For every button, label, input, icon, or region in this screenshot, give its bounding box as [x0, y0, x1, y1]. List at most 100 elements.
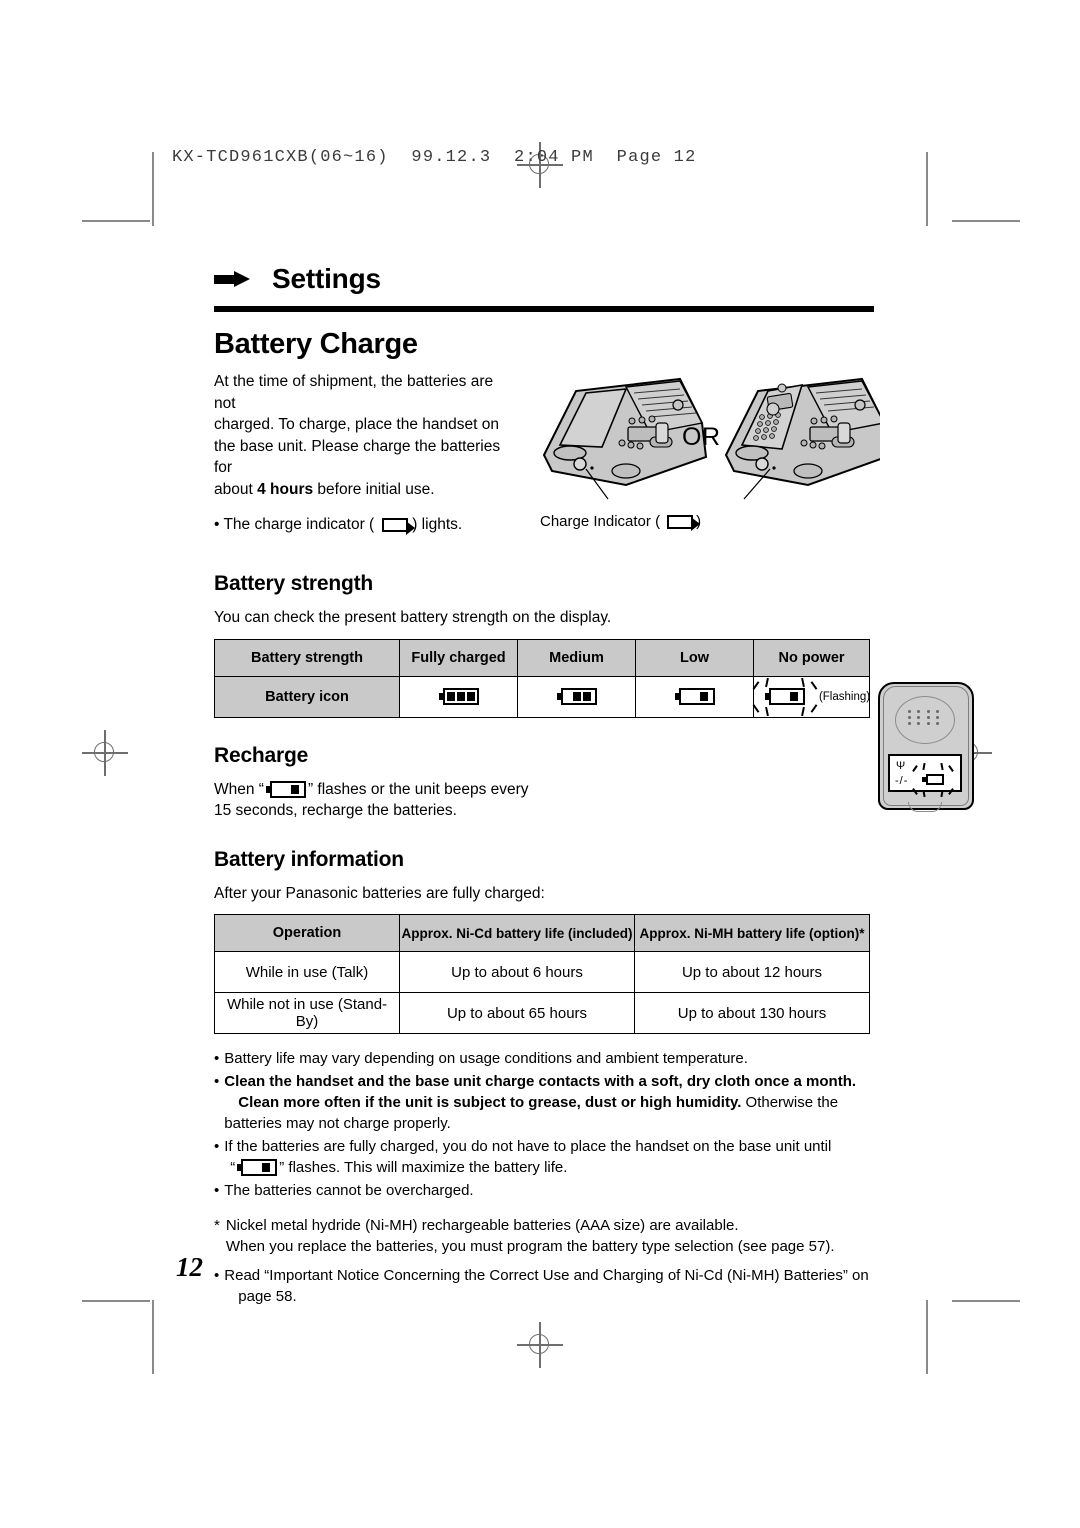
intro-line-1: At the time of shipment, the batteries a…	[214, 373, 494, 412]
intro-section: At the time of shipment, the batteries a…	[214, 371, 888, 546]
table-row: Battery icon (Flashing)	[214, 675, 871, 718]
battery-strength-intro: You can check the present battery streng…	[214, 609, 612, 626]
col-header-operation: Operation	[214, 914, 400, 952]
notes-list: • Battery life may vary depending on usa…	[214, 1048, 874, 1307]
bullet-dot: •	[214, 1073, 220, 1090]
intro-paragraph: At the time of shipment, the batteries a…	[214, 371, 514, 536]
battery-information-table: Operation Approx. Ni-Cd battery life (in…	[214, 914, 870, 1034]
footnote-line-1: Nickel metal hydride (Ni-MH) rechargeabl…	[225, 1217, 739, 1234]
film-header-text: KX-TCD961CXB(06~16) 99.12.3 2:04 PM Page…	[172, 148, 697, 167]
row-standby-label: While not in use (Stand-By)	[214, 992, 400, 1034]
bullet-dot: •	[214, 1050, 220, 1067]
recharge-text-pre: When “	[214, 780, 264, 798]
flashing-note: (Flashing)	[818, 690, 871, 703]
crop-mark-left-top	[152, 152, 154, 226]
recharge-line-2: 15 seconds, recharge the batteries.	[214, 802, 457, 819]
registration-mark-left	[82, 730, 128, 776]
flash-ray	[810, 703, 818, 713]
battery-information-heading: Battery information	[214, 847, 404, 871]
crop-mark-top-left	[82, 220, 150, 222]
page-title: Battery Charge	[214, 328, 418, 360]
note-overcharge: • The batteries cannot be overcharged.	[214, 1180, 874, 1201]
battery-icon-flashing-wrap	[752, 677, 818, 716]
strength-fully-charged: Fully charged	[399, 638, 518, 677]
intro-line-4-pre: about	[214, 480, 258, 498]
footnote-nimh: * Nickel metal hydride (Ni-MH) rechargea…	[214, 1215, 874, 1257]
note-cleaning: • Clean the handset and the base unit ch…	[214, 1071, 874, 1134]
battery-icon-no-power-cell: (Flashing)	[752, 675, 871, 718]
battery-icon-low-inline	[265, 780, 306, 798]
note-important-notice-line-1: Read “Important Notice Concerning the Co…	[224, 1267, 869, 1284]
intro-hours-bold: 4 hours	[257, 480, 314, 498]
charge-indicator-icon	[378, 517, 416, 535]
table-row: While not in use (Stand-By) Up to about …	[214, 992, 870, 1034]
flash-ray	[752, 703, 760, 713]
flash-ray	[752, 680, 760, 690]
note-fully-charged-line-2: “ ” flashes. This will maximize the batt…	[224, 1157, 874, 1178]
bullet-dot: •	[214, 516, 220, 533]
note-fully-charged: • If the batteries are fully charged, yo…	[214, 1136, 874, 1178]
crop-mark-right-top	[926, 152, 928, 226]
antenna-icon: Ψ	[896, 760, 906, 772]
crop-mark-left-bottom	[152, 1300, 154, 1374]
table-row: While in use (Talk) Up to about 6 hours …	[214, 951, 870, 993]
battery-strength-row-label: Battery strength	[214, 638, 400, 677]
bullet-dot: •	[214, 1267, 220, 1284]
crop-mark-bottom-left	[82, 1300, 150, 1302]
col-header-nimh: Approx. Ni-MH battery life (option)*	[634, 914, 870, 952]
battery-icon-low-cell	[635, 675, 754, 718]
intro-line-4: about 4 hours before initial use.	[214, 479, 514, 501]
row-standby-nimh: Up to about 130 hours	[634, 992, 870, 1034]
recharge-heading: Recharge	[214, 743, 309, 767]
handset-lcd: Ψ -/-	[888, 754, 962, 798]
note-battery-life: • Battery life may vary depending on usa…	[214, 1048, 874, 1069]
battery-icon-medium-cell	[517, 675, 636, 718]
note-battery-life-text: Battery life may vary depending on usage…	[224, 1050, 748, 1067]
registration-mark-bottom	[517, 1322, 563, 1368]
flash-ray	[765, 706, 769, 716]
chapter-title: Settings	[272, 263, 381, 294]
base-unit-illustration: OR Charge Indicator ( )	[530, 371, 888, 546]
handset-speaker-dots	[908, 710, 942, 725]
crop-mark-top-right	[952, 220, 1020, 222]
flash-ray	[801, 677, 805, 687]
flash-ray	[801, 706, 805, 716]
intro-line-2: charged. To charge, place the handset on	[214, 416, 499, 433]
lcd-battery-flashing-wrap	[912, 762, 954, 798]
recharge-text-mid: ” flashes or the unit beeps every	[307, 780, 529, 798]
crop-mark-right-bottom	[926, 1300, 928, 1374]
row-talk-nimh: Up to about 12 hours	[634, 951, 870, 993]
caption-text-pre: Charge Indicator (	[540, 513, 661, 530]
lcd-battery-icon	[922, 774, 944, 786]
note-cleaning-bold-2: Clean more often if the unit is subject …	[238, 1094, 742, 1111]
charge-indicator-caption: Charge Indicator ( )	[540, 513, 701, 532]
battery-icon-low-inline-2	[237, 1159, 278, 1176]
battery-icon-low	[674, 688, 715, 705]
battery-information-intro: After your Panasonic batteries are fully…	[214, 884, 545, 902]
arrow-right-icon	[214, 270, 250, 288]
lcd-dashes: -/-	[895, 775, 909, 787]
battery-icon-full-cell	[399, 675, 518, 718]
handset-base-notch	[908, 802, 942, 812]
note-fully-charged-line-2-post: ” flashes. This will maximize the batter…	[279, 1159, 568, 1176]
row-standby-nicd: Up to about 65 hours	[399, 992, 635, 1034]
flash-ray	[765, 677, 769, 687]
table-row: Operation Approx. Ni-Cd battery life (in…	[214, 914, 870, 952]
flash-ray	[810, 680, 818, 690]
page-number: 12	[176, 1252, 203, 1282]
charge-indicator-caption-icon	[663, 514, 701, 532]
note-important-notice: • Read “Important Notice Concerning the …	[214, 1265, 874, 1307]
note-cleaning-bold-1: Clean the handset and the base unit char…	[224, 1073, 857, 1090]
intro-line-3: the base unit. Please charge the batteri…	[214, 437, 501, 477]
footnote-line-2: When you replace the batteries, you must…	[225, 1238, 835, 1255]
charge-indicator-text-post: ) lights.	[412, 516, 463, 533]
battery-icon-row-label: Battery icon	[214, 675, 400, 718]
row-talk-label: While in use (Talk)	[214, 951, 400, 993]
strength-no-power: No power	[753, 638, 870, 677]
strength-medium: Medium	[517, 638, 636, 677]
charge-indicator-bullet: • The charge indicator ( ) lights.	[214, 514, 514, 536]
table-row: Battery strength Fully charged Medium Lo…	[214, 638, 870, 677]
col-header-nicd: Approx. Ni-Cd battery life (included)	[399, 914, 635, 952]
row-talk-nicd: Up to about 6 hours	[399, 951, 635, 993]
bullet-dot: •	[214, 1182, 220, 1199]
